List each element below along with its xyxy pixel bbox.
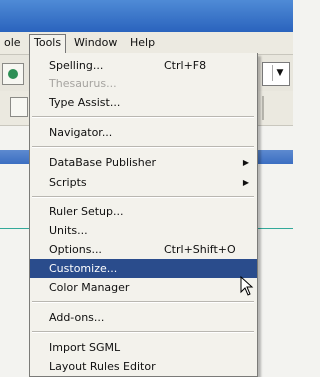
menu-item-ruler-setup[interactable]: Ruler Setup...: [30, 202, 257, 221]
menu-item-database-publisher[interactable]: DataBase Publisher ▶: [30, 153, 257, 172]
menu-table[interactable]: ole: [0, 35, 25, 51]
toolbar-button[interactable]: [2, 63, 24, 85]
menu-help[interactable]: Help: [126, 35, 159, 51]
menu-item-layout-rules-editor[interactable]: Layout Rules Editor: [30, 357, 257, 376]
mouse-pointer-icon: [240, 276, 254, 296]
menu-item-customize[interactable]: Customize...: [30, 259, 257, 278]
menu-separator: [32, 301, 254, 303]
menu-item-color-manager[interactable]: Color Manager: [30, 278, 257, 297]
toolbar-combo[interactable]: ▼: [262, 62, 290, 86]
tools-menu: Spelling... Ctrl+F8 Thesaurus... Type As…: [29, 53, 258, 377]
green-circle-icon: [8, 69, 18, 79]
menu-item-units[interactable]: Units...: [30, 221, 257, 240]
submenu-arrow-icon: ▶: [242, 178, 249, 187]
shortcut-label: Ctrl+F8: [164, 59, 207, 72]
menu-tools[interactable]: Tools: [29, 34, 67, 55]
menu-window[interactable]: Window: [70, 35, 121, 51]
menu-item-options[interactable]: Options... Ctrl+Shift+O: [30, 240, 257, 259]
menu-bar: ole Tools Window Help: [0, 32, 293, 55]
toolbar-separator: [262, 96, 264, 120]
menu-separator: [32, 331, 254, 333]
submenu-arrow-icon: ▶: [242, 158, 249, 167]
menu-separator: [32, 146, 254, 148]
menu-item-thesaurus: Thesaurus...: [49, 77, 117, 90]
menu-separator: [32, 196, 254, 198]
menu-item-import-sgml[interactable]: Import SGML: [30, 338, 257, 357]
menu-item-spelling[interactable]: Spelling... Ctrl+F8: [30, 56, 257, 75]
menu-item-navigator[interactable]: Navigator...: [30, 123, 257, 142]
menu-item-type-assist[interactable]: Type Assist...: [30, 93, 257, 112]
menu-item-scripts[interactable]: Scripts ▶: [30, 173, 257, 192]
dropdown-arrow-icon[interactable]: ▼: [272, 65, 287, 81]
shortcut-label: Ctrl+Shift+O: [164, 243, 236, 256]
window-titlebar: [0, 0, 293, 32]
toolbar-button[interactable]: [10, 97, 28, 117]
menu-item-add-ons[interactable]: Add-ons...: [30, 308, 257, 327]
menu-separator: [32, 116, 254, 118]
